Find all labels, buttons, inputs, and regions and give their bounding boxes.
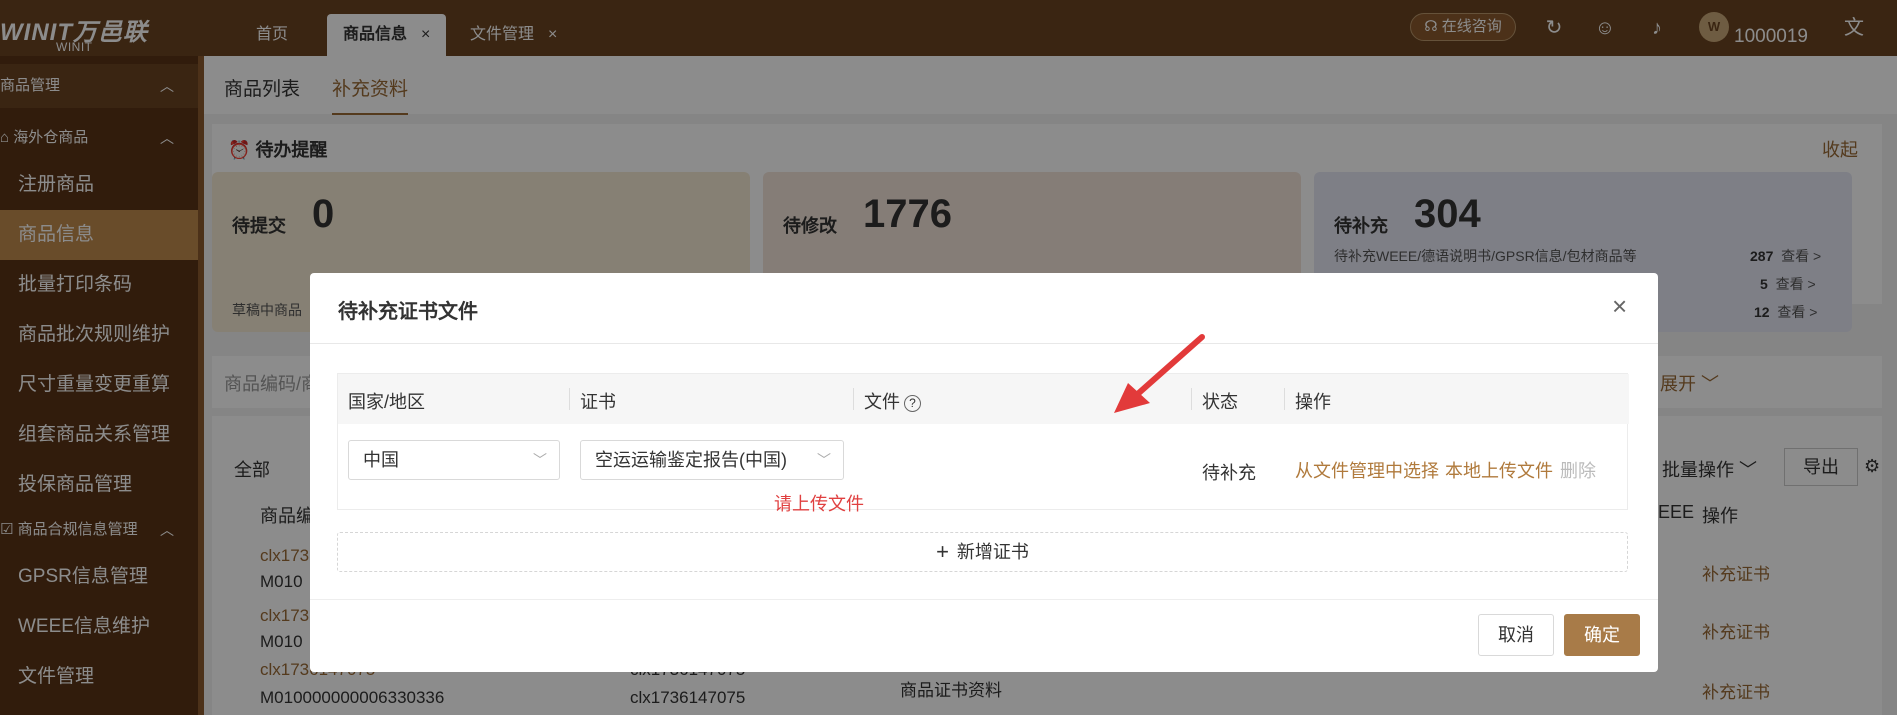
col-file-label: 文件 bbox=[864, 392, 900, 412]
col-cert: 证书 bbox=[580, 392, 616, 412]
divider bbox=[853, 388, 854, 410]
col-op: 操作 bbox=[1295, 392, 1331, 412]
country-select[interactable]: 中国 ﹀ bbox=[348, 440, 560, 480]
divider bbox=[310, 343, 1658, 344]
cert-select-value: 空运运输鉴定报告(中国) bbox=[595, 450, 787, 470]
cert-modal: 待补充证书文件 × 国家/地区 证书 文件? 状态 操作 中国 ﹀ 空运运输鉴定… bbox=[310, 273, 1658, 672]
close-icon[interactable]: × bbox=[1612, 291, 1627, 322]
table-header: 国家/地区 证书 文件? 状态 操作 bbox=[338, 374, 1629, 424]
divider bbox=[310, 599, 1658, 600]
modal-title: 待补充证书文件 bbox=[338, 301, 478, 323]
upload-tip: 请上传文件 bbox=[774, 494, 864, 514]
chevron-down-icon: ﹀ bbox=[817, 452, 831, 468]
add-cert-label: 新增证书 bbox=[956, 542, 1029, 562]
cancel-button[interactable]: 取消 bbox=[1478, 614, 1554, 656]
divider bbox=[1284, 388, 1285, 410]
local-upload-link[interactable]: 本地上传文件 bbox=[1445, 457, 1553, 483]
divider bbox=[569, 388, 570, 410]
col-country: 国家/地区 bbox=[348, 392, 426, 412]
select-from-files-link[interactable]: 从文件管理中选择 bbox=[1295, 457, 1439, 483]
annotation-arrow-icon bbox=[1114, 334, 1205, 413]
country-select-value: 中国 bbox=[363, 450, 399, 470]
status-text: 待补充 bbox=[1202, 463, 1256, 483]
chevron-down-icon: ﹀ bbox=[533, 452, 547, 468]
help-icon[interactable]: ? bbox=[904, 395, 921, 412]
confirm-button[interactable]: 确定 bbox=[1564, 614, 1640, 656]
col-file: 文件? bbox=[864, 388, 921, 414]
cert-table: 国家/地区 证书 文件? 状态 操作 中国 ﹀ 空运运输鉴定报告(中国) ﹀ 请… bbox=[337, 373, 1629, 514]
delete-link[interactable]: 删除 bbox=[1560, 457, 1596, 483]
plus-icon: + bbox=[936, 539, 949, 564]
cert-select[interactable]: 空运运输鉴定报告(中国) ﹀ bbox=[580, 440, 844, 480]
add-cert-button[interactable]: + 新增证书 bbox=[337, 532, 1628, 572]
